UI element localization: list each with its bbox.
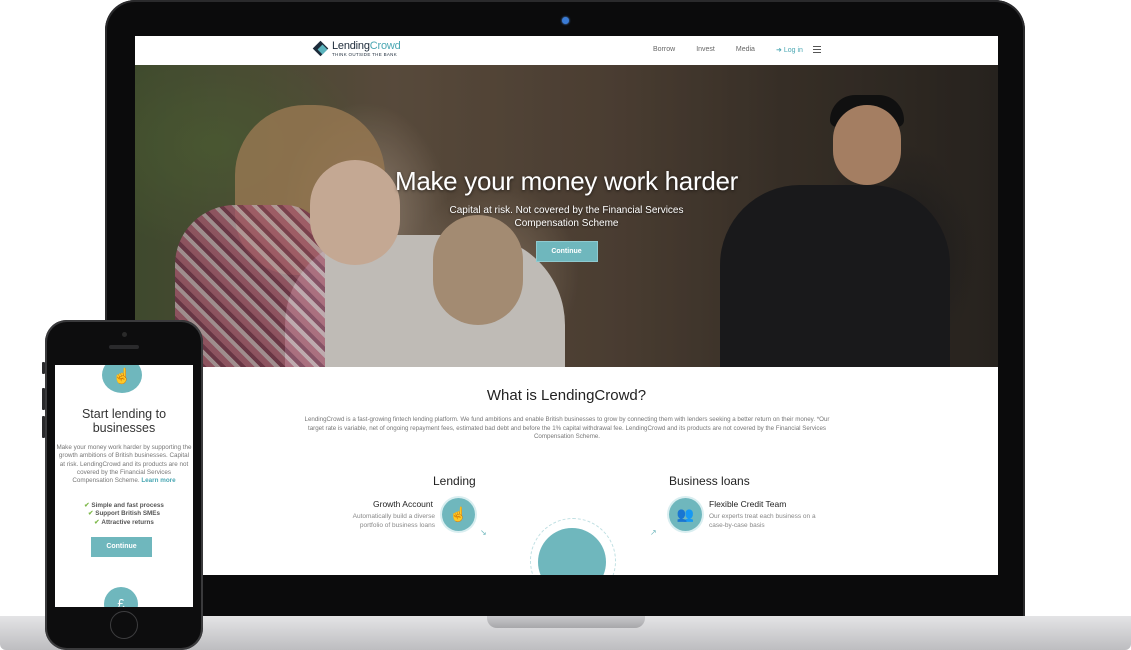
check-item: ✔ Attractive returns bbox=[94, 518, 154, 526]
top-nav: LendingCrowd THINK OUTSIDE THE BANK Borr… bbox=[135, 36, 998, 66]
check-item: ✔ Simple and fast process bbox=[84, 502, 164, 509]
handshake-icon: ☝ bbox=[102, 365, 142, 393]
phone-home-button[interactable] bbox=[110, 611, 138, 639]
phone-camera bbox=[122, 332, 127, 337]
hero-title: Make your money work harder bbox=[394, 166, 739, 196]
check-item: ✔ Support British SMEs bbox=[87, 510, 160, 518]
brand-tagline: THINK OUTSIDE THE BANK bbox=[332, 52, 398, 57]
check-icon: ✔ bbox=[87, 510, 94, 518]
brand-logo[interactable]: LendingCrowd THINK OUTSIDE THE BANK bbox=[312, 40, 401, 58]
mobile-continue-button[interactable]: Continue bbox=[91, 537, 152, 557]
laptop-screen: LendingCrowd THINK OUTSIDE THE BANK Borr… bbox=[135, 36, 998, 575]
nav-link-invest[interactable]: Invest bbox=[696, 46, 715, 54]
mobile-title: Start lending to businesses bbox=[81, 407, 167, 435]
nav-link-media[interactable]: Media bbox=[736, 46, 755, 54]
laptop-notch bbox=[487, 616, 645, 628]
nav-link-borrow[interactable]: Borrow bbox=[653, 46, 675, 54]
hero-banner: Make your money work harder Capital at r… bbox=[135, 65, 998, 367]
brand-name: LendingCrowd bbox=[332, 40, 401, 52]
login-link[interactable]: ➜ Log in bbox=[775, 46, 803, 55]
hamburger-icon[interactable] bbox=[813, 46, 821, 54]
nav-links: Borrow Invest Media ➜ Log in bbox=[653, 46, 824, 54]
phone-speaker bbox=[109, 345, 139, 349]
pound-icon: £ bbox=[104, 587, 138, 607]
logo-mark-icon bbox=[312, 40, 329, 57]
login-icon: ➜ bbox=[775, 47, 782, 54]
check-icon: ✔ bbox=[94, 518, 100, 526]
check-icon: ✔ bbox=[84, 502, 90, 509]
phone-screen: ☝ Start lending to businesses Make your … bbox=[55, 365, 193, 607]
hero-subtitle: Capital at risk. Not covered by the Fina… bbox=[449, 205, 684, 229]
laptop-camera bbox=[562, 17, 569, 24]
hero-continue-button[interactable]: Continue bbox=[535, 241, 598, 262]
hero-content: Make your money work harder Capital at r… bbox=[135, 166, 998, 262]
mobile-checklist: ✔ Simple and fast process ✔ Support Britis… bbox=[55, 502, 193, 527]
mobile-text: Make your money work harder by supportin… bbox=[56, 444, 192, 485]
learn-more-link[interactable]: Learn more bbox=[141, 477, 175, 484]
